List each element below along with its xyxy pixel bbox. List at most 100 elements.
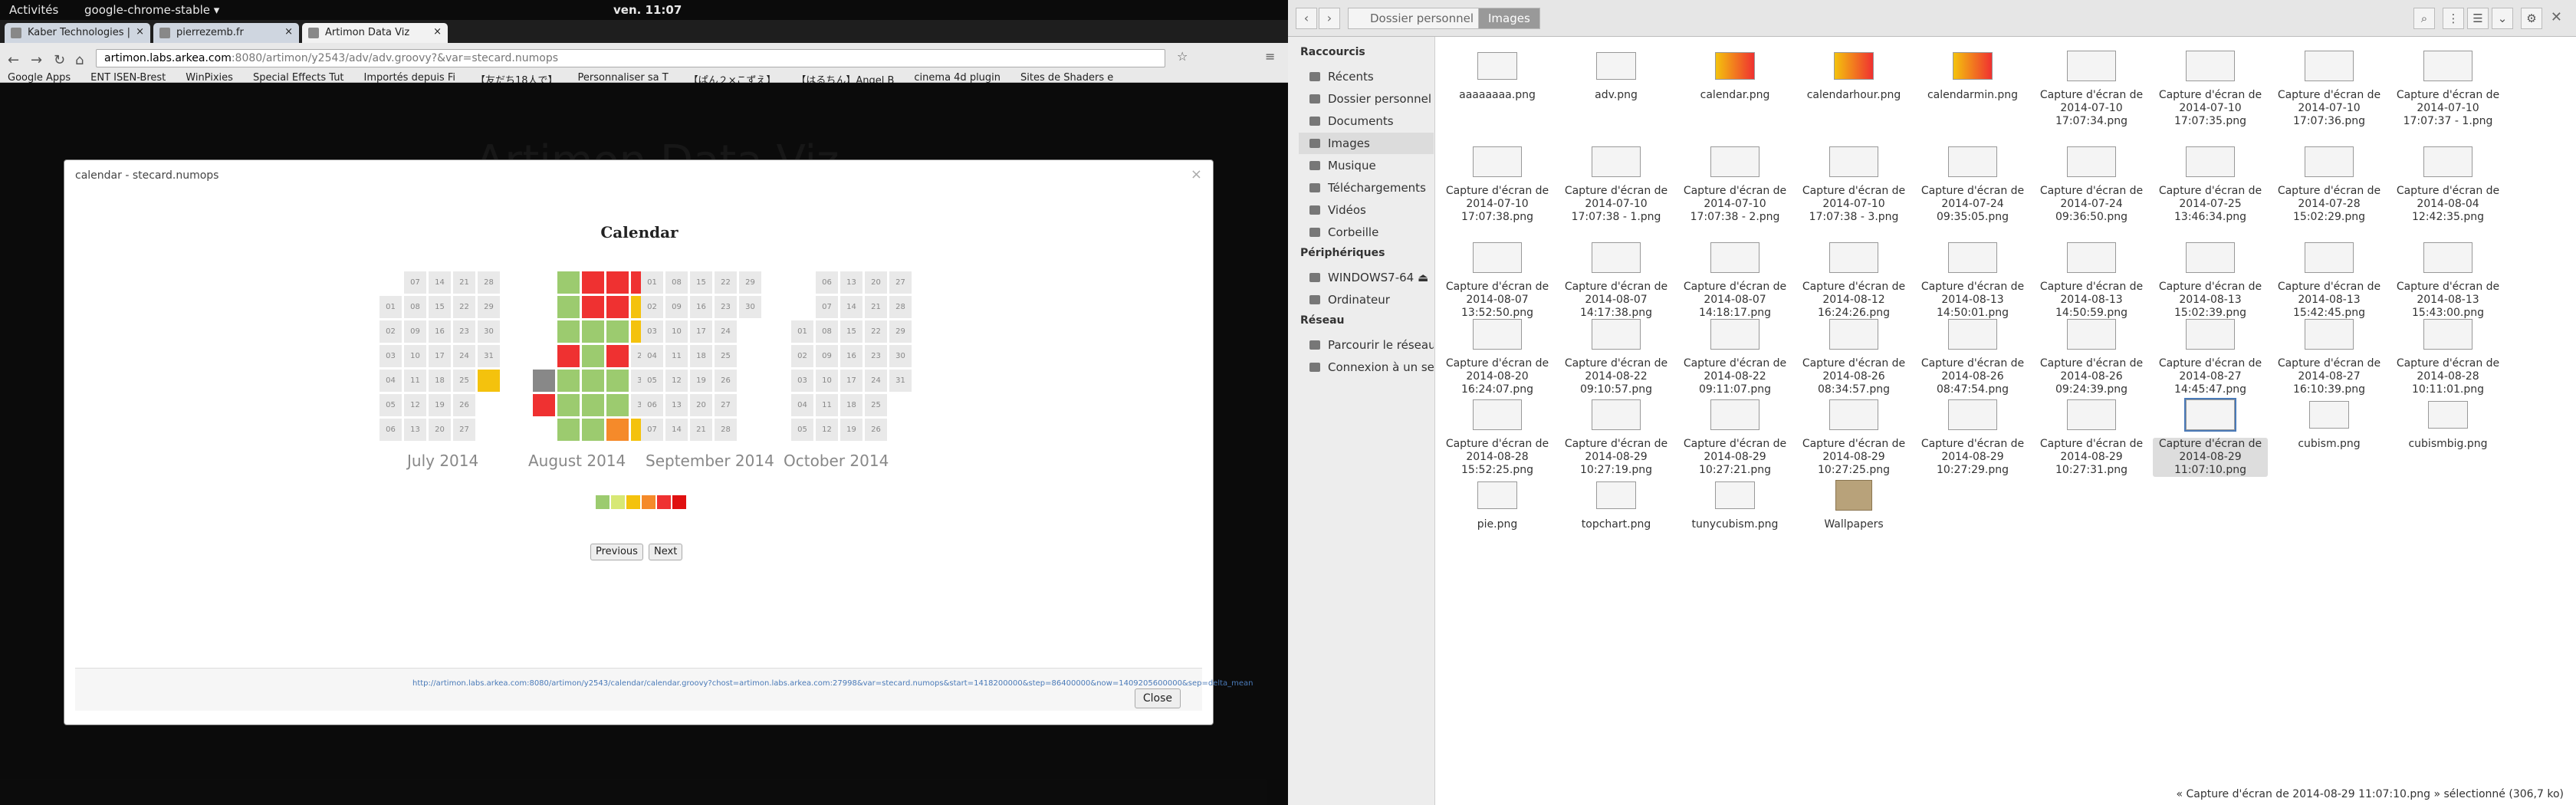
- file-item[interactable]: Capture d'écran de 2014-07-24 09:36:50.png: [2034, 139, 2149, 224]
- file-item[interactable]: calendarmin.png: [1915, 43, 2030, 102]
- calendar-day[interactable]: 25: [865, 394, 887, 416]
- home-icon[interactable]: ⌂: [75, 52, 84, 68]
- file-item[interactable]: Capture d'écran de 2014-08-13 14:50:01.png: [1915, 235, 2030, 320]
- file-item[interactable]: Capture d'écran de 2014-07-10 17:07:34.png: [2034, 43, 2149, 128]
- calendar-day[interactable]: 21: [865, 296, 887, 318]
- calendar-day[interactable]: 16: [840, 345, 863, 367]
- file-item[interactable]: Capture d'écran de 2014-07-10 17:07:37 - 1…: [2390, 43, 2505, 128]
- file-item[interactable]: Capture d'écran de 2014-08-29 10:27:25.png: [1796, 392, 1911, 477]
- file-item[interactable]: Capture d'écran de 2014-08-22 09:10:57.png: [1559, 311, 1674, 396]
- file-item[interactable]: Capture d'écran de 2014-07-10 17:07:35.png: [2153, 43, 2268, 128]
- file-item[interactable]: Capture d'écran de 2014-07-10 17:07:38 - 2…: [1677, 139, 1792, 224]
- calendar-day[interactable]: [557, 370, 580, 392]
- calendar-day[interactable]: 04: [641, 345, 663, 367]
- app-menu[interactable]: google-chrome-stable ▾: [84, 3, 219, 17]
- close-button[interactable]: Close: [1134, 688, 1181, 708]
- calendar-day[interactable]: [582, 345, 604, 367]
- file-item[interactable]: Capture d'écran de 2014-08-27 16:10:39.png: [2272, 311, 2387, 396]
- calendar-day[interactable]: 03: [791, 370, 813, 392]
- file-item[interactable]: Capture d'écran de 2014-08-29 10:27:21.png: [1677, 392, 1792, 477]
- gear-icon[interactable]: ⚙: [2521, 8, 2542, 29]
- calendar-day[interactable]: 05: [791, 419, 813, 441]
- next-button[interactable]: Next: [649, 544, 683, 560]
- calendar-day[interactable]: 23: [453, 320, 475, 343]
- calendar-day[interactable]: 31: [478, 345, 500, 367]
- file-item[interactable]: Capture d'écran de 2014-07-28 15:02:29.png: [2272, 139, 2387, 224]
- file-item[interactable]: Capture d'écran de 2014-08-29 10:27:31.png: [2034, 392, 2149, 477]
- search-icon[interactable]: ⌕: [2413, 8, 2435, 29]
- file-item[interactable]: calendarhour.png: [1796, 43, 1911, 102]
- list-view-icon[interactable]: ☰: [2467, 8, 2489, 29]
- calendar-day[interactable]: 09: [404, 320, 426, 343]
- calendar-day[interactable]: 30: [739, 296, 761, 318]
- file-item[interactable]: Capture d'écran de 2014-08-13 15:42:45.png: [2272, 235, 2387, 320]
- calendar-day[interactable]: [582, 296, 604, 318]
- calendar-day[interactable]: [606, 271, 629, 294]
- file-item[interactable]: Capture d'écran de 2014-08-26 08:34:57.png: [1796, 311, 1911, 396]
- calendar-day[interactable]: 22: [453, 296, 475, 318]
- calendar-day[interactable]: 14: [840, 296, 863, 318]
- grid-view-icon[interactable]: ⋮: [2443, 8, 2464, 29]
- calendar-day[interactable]: 08: [816, 320, 838, 343]
- calendar-day[interactable]: 13: [404, 419, 426, 441]
- file-item[interactable]: Capture d'écran de 2014-08-29 10:27:29.png: [1915, 392, 2030, 477]
- calendar-day[interactable]: 14: [665, 419, 688, 441]
- file-item[interactable]: Capture d'écran de 2014-08-26 08:47:54.png: [1915, 311, 2030, 396]
- calendar-day[interactable]: 27: [453, 419, 475, 441]
- sidebar-item[interactable]: Vidéos: [1299, 199, 1434, 221]
- calendar-day[interactable]: 05: [641, 370, 663, 392]
- file-item[interactable]: Capture d'écran de 2014-08-13 14:50:59.png: [2034, 235, 2149, 320]
- calendar-day[interactable]: [557, 345, 580, 367]
- calendar-day[interactable]: 15: [840, 320, 863, 343]
- file-item[interactable]: Capture d'écran de 2014-08-20 16:24:07.png: [1440, 311, 1555, 396]
- file-item[interactable]: Capture d'écran de 2014-08-13 15:43:00.png: [2390, 235, 2505, 320]
- calendar-day[interactable]: 18: [840, 394, 863, 416]
- calendar-day[interactable]: 08: [404, 296, 426, 318]
- file-item[interactable]: Capture d'écran de 2014-07-25 13:46:34.png: [2153, 139, 2268, 224]
- calendar-day[interactable]: 25: [715, 345, 737, 367]
- file-item[interactable]: Capture d'écran de 2014-08-29 11:07:10.png: [2153, 392, 2268, 477]
- breadcrumb-images[interactable]: Images: [1478, 8, 1540, 29]
- calendar-day[interactable]: 28: [889, 296, 912, 318]
- sidebar-item[interactable]: Ordinateur: [1299, 289, 1434, 310]
- file-item[interactable]: Capture d'écran de 2014-08-07 14:18:17.png: [1677, 235, 1792, 320]
- chevron-down-icon[interactable]: ⌄: [2492, 8, 2513, 29]
- address-bar[interactable]: artimon.labs.arkea.com:8080/artimon/y254…: [96, 49, 1165, 67]
- calendar-day[interactable]: 29: [889, 320, 912, 343]
- calendar-day[interactable]: 29: [478, 296, 500, 318]
- calendar-day[interactable]: 11: [404, 370, 426, 392]
- file-item[interactable]: Capture d'écran de 2014-07-24 09:35:05.png: [1915, 139, 2030, 224]
- calendar-day[interactable]: 23: [715, 296, 737, 318]
- calendar-day[interactable]: 27: [715, 394, 737, 416]
- calendar-day[interactable]: 17: [690, 320, 712, 343]
- calendar-day[interactable]: 28: [478, 271, 500, 294]
- calendar-day[interactable]: 20: [865, 271, 887, 294]
- file-item[interactable]: Capture d'écran de 2014-08-12 16:24:26.png: [1796, 235, 1911, 320]
- calendar-day[interactable]: [606, 345, 629, 367]
- calendar-day[interactable]: [606, 394, 629, 416]
- calendar-day[interactable]: 09: [816, 345, 838, 367]
- file-item[interactable]: Capture d'écran de 2014-08-28 10:11:01.png: [2390, 311, 2505, 396]
- calendar-day[interactable]: [557, 271, 580, 294]
- calendar-day[interactable]: [557, 419, 580, 441]
- close-icon[interactable]: ×: [433, 26, 442, 38]
- calendar-day[interactable]: 24: [715, 320, 737, 343]
- calendar-day[interactable]: 13: [665, 394, 688, 416]
- sidebar-item[interactable]: Corbeille: [1299, 222, 1434, 243]
- calendar-url-link[interactable]: http://artimon.labs.arkea.com:8080/artim…: [412, 679, 1254, 688]
- close-icon[interactable]: ✕: [2551, 9, 2562, 25]
- file-item[interactable]: pie.png: [1440, 472, 1555, 531]
- calendar-day[interactable]: 03: [641, 320, 663, 343]
- calendar-day[interactable]: 01: [791, 320, 813, 343]
- calendar-day[interactable]: 30: [889, 345, 912, 367]
- file-item[interactable]: Capture d'écran de 2014-08-07 13:52:50.png: [1440, 235, 1555, 320]
- calendar-day[interactable]: 24: [453, 345, 475, 367]
- calendar-day[interactable]: 19: [690, 370, 712, 392]
- calendar-day[interactable]: [582, 320, 604, 343]
- calendar-day[interactable]: 16: [429, 320, 451, 343]
- calendar-day[interactable]: 02: [641, 296, 663, 318]
- calendar-day[interactable]: 27: [889, 271, 912, 294]
- calendar-day[interactable]: [582, 419, 604, 441]
- calendar-day[interactable]: [606, 419, 629, 441]
- calendar-day[interactable]: 26: [453, 394, 475, 416]
